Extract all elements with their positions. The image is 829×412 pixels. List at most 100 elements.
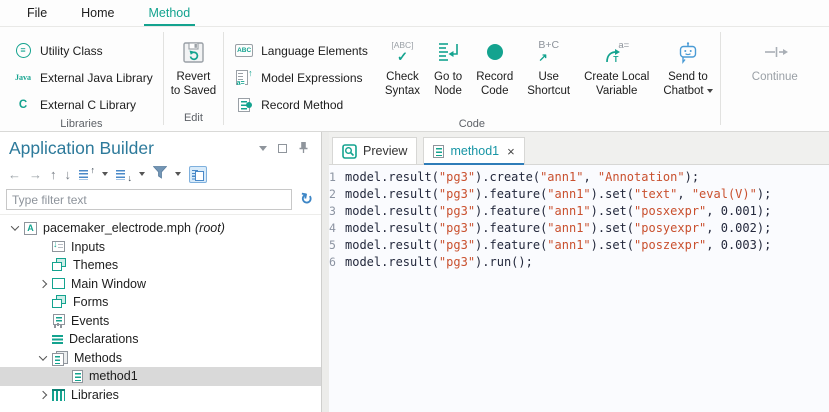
tree-row-libraries[interactable]: Libraries bbox=[0, 386, 321, 405]
tab-method1[interactable]: method1 × bbox=[423, 137, 524, 164]
code-line[interactable]: 4model.result("pg3").feature("ann1").set… bbox=[329, 220, 829, 237]
tree-row-declarations[interactable]: Declarations bbox=[0, 330, 321, 349]
code-string: "pg3" bbox=[439, 254, 475, 271]
check-syntax-icon: [ABC] bbox=[391, 41, 413, 63]
ribbon: ≡ Utility Class Java External Java Libra… bbox=[0, 27, 829, 132]
code-string: "ann1" bbox=[547, 203, 590, 220]
code-string: "posyexpr" bbox=[634, 220, 706, 237]
code-text: ).set( bbox=[591, 203, 634, 220]
tree-row-events[interactable]: Events bbox=[0, 312, 321, 331]
check-syntax-button[interactable]: [ABC] Check Syntax bbox=[378, 31, 427, 98]
send-to-chatbot-label: Send to Chatbot bbox=[663, 71, 712, 98]
line-number: 5 bbox=[329, 237, 345, 254]
method-icon bbox=[72, 370, 83, 383]
tree-row-inputs[interactable]: Inputs bbox=[0, 238, 321, 257]
tree-row-root[interactable]: pacemaker_electrode.mph (root) bbox=[0, 219, 321, 238]
collapse-chevron-icon[interactable] bbox=[11, 223, 19, 231]
use-shortcut-label: Use Shortcut bbox=[527, 71, 570, 98]
close-icon[interactable]: × bbox=[507, 145, 515, 158]
code-text: ).feature( bbox=[475, 186, 547, 203]
move-up-icon[interactable] bbox=[79, 168, 94, 181]
expand-chevron-icon[interactable] bbox=[39, 280, 47, 288]
external-java-library-button[interactable]: Java External Java Library bbox=[13, 64, 153, 91]
tab-home[interactable]: Home bbox=[78, 0, 117, 26]
editor-tools-toggle-icon[interactable] bbox=[189, 166, 207, 183]
record-method-button[interactable]: Record Method bbox=[234, 91, 368, 118]
filter-input[interactable] bbox=[6, 189, 292, 210]
code-text: , bbox=[677, 186, 691, 203]
record-code-button[interactable]: Record Code bbox=[469, 31, 520, 98]
panel-splitter[interactable] bbox=[322, 132, 329, 412]
code-line[interactable]: 5model.result("pg3").feature("ann1").set… bbox=[329, 237, 829, 254]
code-string: "ann1" bbox=[547, 186, 590, 203]
create-local-variable-button[interactable]: a= T Create Local Variable bbox=[577, 31, 656, 98]
tree-row-methods[interactable]: Methods bbox=[0, 349, 321, 368]
model-expressions-icon bbox=[236, 70, 253, 85]
libraries-icon bbox=[52, 389, 65, 401]
tab-method[interactable]: Method bbox=[146, 0, 194, 26]
code-text: , 0.002); bbox=[706, 220, 771, 237]
tab-method1-label: method1 bbox=[450, 144, 499, 158]
code-text: model.result( bbox=[345, 203, 439, 220]
float-window-icon[interactable] bbox=[278, 144, 287, 153]
collapse-chevron-icon[interactable] bbox=[39, 352, 47, 360]
record-code-icon bbox=[487, 44, 503, 60]
code-string: "ann1" bbox=[547, 220, 590, 237]
pin-icon[interactable] bbox=[298, 141, 309, 157]
model-expressions-button[interactable]: Model Expressions bbox=[234, 64, 368, 91]
use-shortcut-icon: B+C bbox=[538, 40, 559, 64]
code-lines[interactable]: 1model.result("pg3").create("ann1", "Ann… bbox=[329, 165, 829, 412]
down-arrow-icon[interactable]: ↓ bbox=[65, 168, 72, 181]
tab-preview[interactable]: Preview bbox=[332, 137, 417, 164]
send-to-chatbot-button[interactable]: Send to Chatbot bbox=[656, 31, 719, 98]
tree-row-themes[interactable]: Themes bbox=[0, 256, 321, 275]
code-text: ).set( bbox=[591, 237, 634, 254]
check-syntax-label: Check Syntax bbox=[385, 71, 420, 98]
language-elements-button[interactable]: ABC Language Elements bbox=[234, 37, 368, 64]
code-string: "poszexpr" bbox=[634, 237, 706, 254]
ribbon-group-continue: Continue bbox=[721, 27, 829, 131]
code-string: "pg3" bbox=[439, 186, 475, 203]
external-c-library-button[interactable]: C External C Library bbox=[13, 91, 153, 118]
back-arrow-icon[interactable]: ← bbox=[8, 168, 21, 181]
refresh-icon[interactable]: ↻ bbox=[299, 191, 314, 208]
record-method-icon bbox=[238, 98, 250, 112]
use-shortcut-button[interactable]: B+C Use Shortcut bbox=[520, 31, 577, 98]
code-text: model.result( bbox=[345, 254, 439, 271]
filter-icon[interactable] bbox=[153, 166, 167, 182]
ribbon-tab-bar: File Home Method bbox=[0, 0, 829, 27]
forward-arrow-icon[interactable]: → bbox=[29, 168, 42, 181]
tree-row-method1[interactable]: method1 bbox=[0, 367, 321, 386]
code-line[interactable]: 3model.result("pg3").feature("ann1").set… bbox=[329, 203, 829, 220]
tab-file[interactable]: File bbox=[24, 0, 50, 26]
chevron-down-icon[interactable] bbox=[175, 172, 181, 176]
code-line[interactable]: 1model.result("pg3").create("ann1", "Ann… bbox=[329, 169, 829, 186]
continue-icon bbox=[761, 33, 789, 71]
up-arrow-icon[interactable]: ↑ bbox=[50, 168, 57, 181]
continue-button[interactable]: Continue bbox=[745, 31, 805, 85]
send-to-chatbot-icon bbox=[676, 33, 700, 71]
code-text: , 0.003); bbox=[706, 237, 771, 254]
code-line[interactable]: 2model.result("pg3").feature("ann1").set… bbox=[329, 186, 829, 203]
code-text: ).run(); bbox=[475, 254, 533, 271]
line-number: 4 bbox=[329, 220, 345, 237]
panel-menu-icon[interactable] bbox=[259, 146, 267, 151]
revert-to-saved-icon bbox=[180, 33, 207, 71]
expand-chevron-icon[interactable] bbox=[39, 391, 47, 399]
forms-icon bbox=[52, 295, 67, 309]
tree-label: Libraries bbox=[71, 388, 119, 402]
tree-row-main-window[interactable]: Main Window bbox=[0, 275, 321, 294]
code-string: "Annotation" bbox=[598, 169, 685, 186]
utility-class-button[interactable]: ≡ Utility Class bbox=[13, 37, 153, 64]
code-line[interactable]: 6model.result("pg3").run(); bbox=[329, 254, 829, 271]
preview-icon bbox=[342, 144, 357, 159]
revert-to-saved-button[interactable]: Revert to Saved bbox=[164, 31, 223, 98]
editor-tab-bar: Preview method1 × bbox=[329, 132, 829, 165]
chevron-down-icon[interactable] bbox=[139, 172, 145, 176]
tree-row-forms[interactable]: Forms bbox=[0, 293, 321, 312]
code-text: ).create( bbox=[475, 169, 540, 186]
go-to-node-button[interactable]: Go to Node bbox=[427, 31, 469, 98]
move-down-icon[interactable] bbox=[116, 168, 131, 181]
chevron-down-icon[interactable] bbox=[102, 172, 108, 176]
model-expressions-label: Model Expressions bbox=[261, 71, 362, 85]
